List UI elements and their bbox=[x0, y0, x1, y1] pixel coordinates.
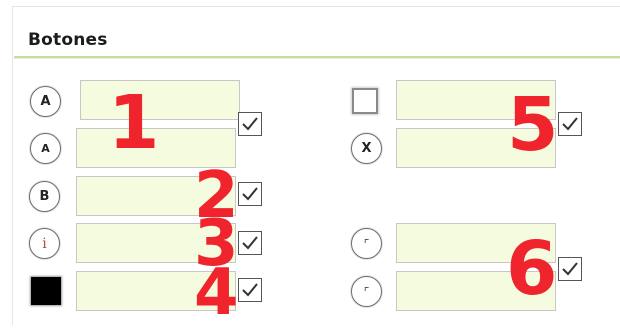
a-circle-button[interactable]: A bbox=[30, 86, 61, 117]
label-number-6: 6 bbox=[506, 226, 557, 312]
square-toggle-button[interactable] bbox=[352, 88, 378, 114]
corner-circle-button-2[interactable]: ⌜ bbox=[351, 276, 382, 307]
checkmark-icon bbox=[242, 283, 258, 297]
b-circle-button[interactable]: B bbox=[29, 181, 60, 212]
checkmark-icon bbox=[562, 117, 578, 131]
label-number-4: 4 bbox=[194, 256, 239, 330]
checkbox-5[interactable] bbox=[558, 112, 582, 136]
info-circle-button[interactable]: i bbox=[29, 228, 60, 259]
label-number-5: 5 bbox=[507, 82, 558, 168]
black-square-button[interactable] bbox=[31, 277, 61, 305]
corner-circle-button-1[interactable]: ⌜ bbox=[351, 228, 382, 259]
x-circle-button[interactable]: X bbox=[351, 133, 382, 164]
checkbox-4[interactable] bbox=[238, 278, 262, 302]
section-title-rule-light bbox=[14, 58, 620, 59]
checkbox-3[interactable] bbox=[238, 231, 262, 255]
checkmark-icon bbox=[242, 117, 258, 131]
checkbox-2[interactable] bbox=[238, 182, 262, 206]
checkbox-6[interactable] bbox=[558, 257, 582, 281]
text-field-1[interactable] bbox=[80, 80, 240, 120]
panel-top-border bbox=[12, 6, 620, 7]
checkmark-icon bbox=[242, 236, 258, 250]
a-small-circle-button[interactable]: A bbox=[30, 133, 61, 164]
label-number-1: 1 bbox=[108, 80, 159, 166]
checkmark-icon bbox=[562, 262, 578, 276]
checkmark-icon bbox=[242, 187, 258, 201]
section-title: Botones bbox=[28, 30, 108, 50]
panel-left-border bbox=[12, 6, 13, 325]
checkbox-1[interactable] bbox=[238, 112, 262, 136]
buttons-panel: Botones A A 1 B 2 i 3 4 X 5 ⌜ ⌜ 6 bbox=[0, 0, 620, 325]
